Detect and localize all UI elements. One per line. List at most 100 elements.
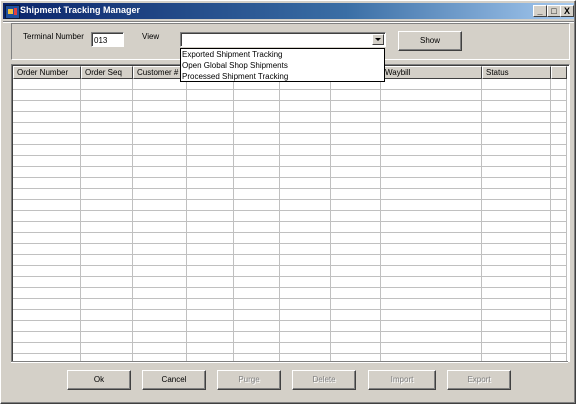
table-cell[interactable] [234,222,280,233]
table-cell[interactable] [13,145,81,156]
table-cell[interactable] [551,167,567,178]
table-cell[interactable] [187,299,234,310]
table-cell[interactable] [331,310,381,321]
table-cell[interactable] [81,321,133,332]
table-cell[interactable] [13,288,81,299]
table-cell[interactable] [482,299,551,310]
table-cell[interactable] [81,79,133,90]
table-row[interactable] [13,288,567,299]
table-cell[interactable] [331,343,381,354]
table-cell[interactable] [13,167,81,178]
table-cell[interactable] [133,112,187,123]
import-button[interactable]: Import [368,370,436,390]
table-cell[interactable] [381,343,482,354]
table-cell[interactable] [81,332,133,343]
table-cell[interactable] [133,211,187,222]
table-cell[interactable] [81,134,133,145]
table-cell[interactable] [234,233,280,244]
table-row[interactable] [13,178,567,189]
table-cell[interactable] [280,310,331,321]
column-header-waybill[interactable]: Waybill [381,66,482,79]
table-cell[interactable] [13,178,81,189]
table-cell[interactable] [280,90,331,101]
table-cell[interactable] [13,211,81,222]
table-cell[interactable] [234,266,280,277]
table-cell[interactable] [81,123,133,134]
table-row[interactable] [13,156,567,167]
table-cell[interactable] [133,79,187,90]
table-row[interactable] [13,112,567,123]
table-cell[interactable] [482,189,551,200]
table-cell[interactable] [381,90,482,101]
table-cell[interactable] [13,200,81,211]
table-cell[interactable] [331,189,381,200]
table-cell[interactable] [133,266,187,277]
table-cell[interactable] [551,189,567,200]
table-row[interactable] [13,321,567,332]
table-cell[interactable] [482,134,551,145]
table-cell[interactable] [331,211,381,222]
table-cell[interactable] [331,332,381,343]
table-cell[interactable] [13,244,81,255]
table-cell[interactable] [381,321,482,332]
table-cell[interactable] [280,200,331,211]
ok-button[interactable]: Ok [67,370,131,390]
table-cell[interactable] [331,233,381,244]
table-row[interactable] [13,101,567,112]
table-cell[interactable] [551,79,567,90]
table-cell[interactable] [133,134,187,145]
table-row[interactable] [13,189,567,200]
table-cell[interactable] [187,266,234,277]
table-cell[interactable] [234,156,280,167]
table-row[interactable] [13,222,567,233]
table-cell[interactable] [551,288,567,299]
table-cell[interactable] [551,321,567,332]
table-cell[interactable] [280,101,331,112]
table-cell[interactable] [187,134,234,145]
table-cell[interactable] [482,178,551,189]
table-cell[interactable] [187,332,234,343]
table-cell[interactable] [280,244,331,255]
table-cell[interactable] [551,90,567,101]
cancel-button[interactable]: Cancel [142,370,206,390]
table-cell[interactable] [133,277,187,288]
table-cell[interactable] [187,200,234,211]
table-cell[interactable] [234,299,280,310]
table-cell[interactable] [133,244,187,255]
table-cell[interactable] [381,101,482,112]
table-cell[interactable] [133,101,187,112]
table-cell[interactable] [187,222,234,233]
table-cell[interactable] [482,255,551,266]
table-cell[interactable] [81,310,133,321]
table-cell[interactable] [331,255,381,266]
table-cell[interactable] [280,123,331,134]
table-cell[interactable] [331,222,381,233]
table-cell[interactable] [133,310,187,321]
table-row[interactable] [13,233,567,244]
table-cell[interactable] [551,266,567,277]
table-cell[interactable] [381,211,482,222]
table-cell[interactable] [482,222,551,233]
table-cell[interactable] [13,332,81,343]
table-cell[interactable] [482,266,551,277]
table-cell[interactable] [280,167,331,178]
table-cell[interactable] [551,299,567,310]
table-cell[interactable] [81,156,133,167]
table-cell[interactable] [381,222,482,233]
table-cell[interactable] [280,156,331,167]
table-cell[interactable] [331,112,381,123]
table-cell[interactable] [81,145,133,156]
table-cell[interactable] [381,255,482,266]
table-cell[interactable] [13,101,81,112]
table-cell[interactable] [551,145,567,156]
table-cell[interactable] [187,321,234,332]
table-cell[interactable] [81,189,133,200]
show-button[interactable]: Show [398,31,462,51]
table-cell[interactable] [482,101,551,112]
table-cell[interactable] [234,101,280,112]
table-cell[interactable] [482,310,551,321]
table-row[interactable] [13,90,567,101]
table-cell[interactable] [81,288,133,299]
table-cell[interactable] [551,244,567,255]
table-cell[interactable] [482,112,551,123]
